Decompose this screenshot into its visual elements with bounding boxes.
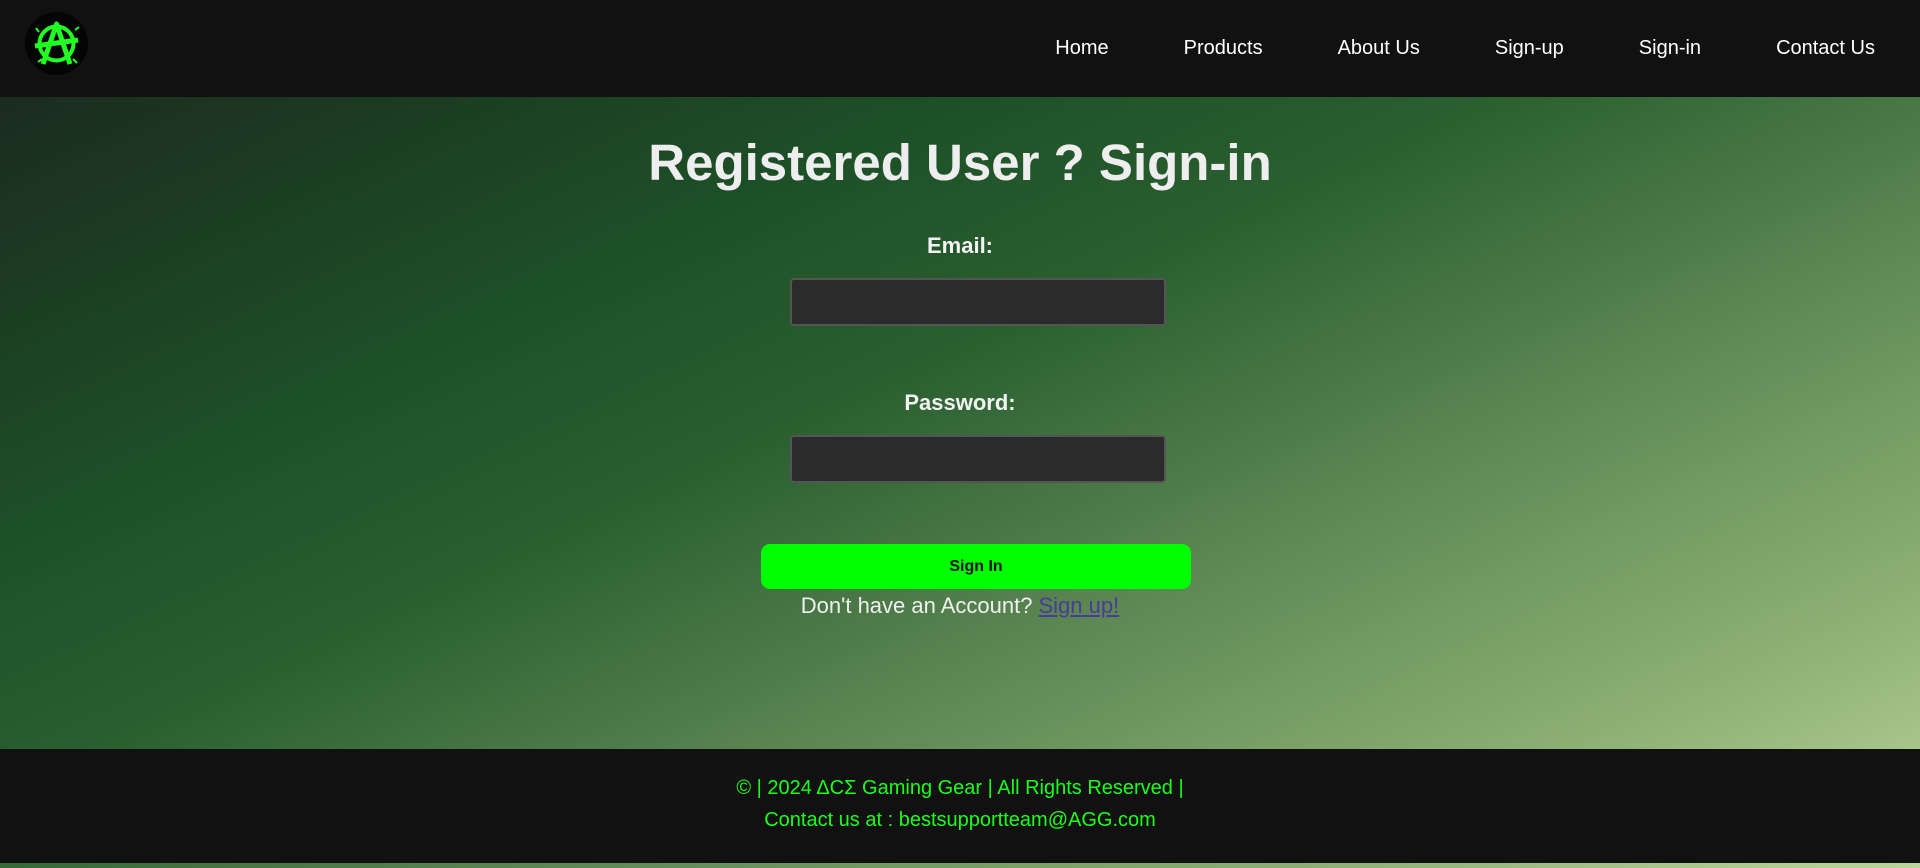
nav-links: Home Products About Us Sign-up Sign-in C… <box>1055 0 1875 97</box>
nav-products-link[interactable]: Products <box>1184 37 1263 60</box>
sign-up-link[interactable]: Sign up! <box>1038 593 1119 618</box>
nav-about-link[interactable]: About Us <box>1338 37 1420 60</box>
account-prompt-text: Don't have an Account? <box>800 593 1033 618</box>
nav-contact-link[interactable]: Contact Us <box>1776 37 1875 60</box>
footer: © | 2024 ΔCΣ Gaming Gear | All Rights Re… <box>0 749 1920 863</box>
password-label: Password: <box>904 390 1016 415</box>
footer-copyright: © | 2024 ΔCΣ Gaming Gear | All Rights Re… <box>736 777 1184 799</box>
account-prompt-line: Don't have an Account? Sign up! <box>0 593 1920 619</box>
sign-in-button[interactable]: Sign In <box>761 544 1191 589</box>
email-input[interactable] <box>790 278 1166 326</box>
password-input[interactable] <box>790 435 1166 483</box>
footer-contact: Contact us at : bestsupportteam@AGG.com <box>764 809 1156 831</box>
page-title: Registered User ? Sign-in <box>648 134 1272 191</box>
anarchy-logo-icon[interactable] <box>25 12 88 75</box>
nav-home-link[interactable]: Home <box>1055 37 1108 60</box>
nav-signup-link[interactable]: Sign-up <box>1495 37 1564 60</box>
email-label: Email: <box>926 233 994 258</box>
nav-signin-link[interactable]: Sign-in <box>1639 37 1701 60</box>
navbar: Home Products About Us Sign-up Sign-in C… <box>0 0 1920 97</box>
